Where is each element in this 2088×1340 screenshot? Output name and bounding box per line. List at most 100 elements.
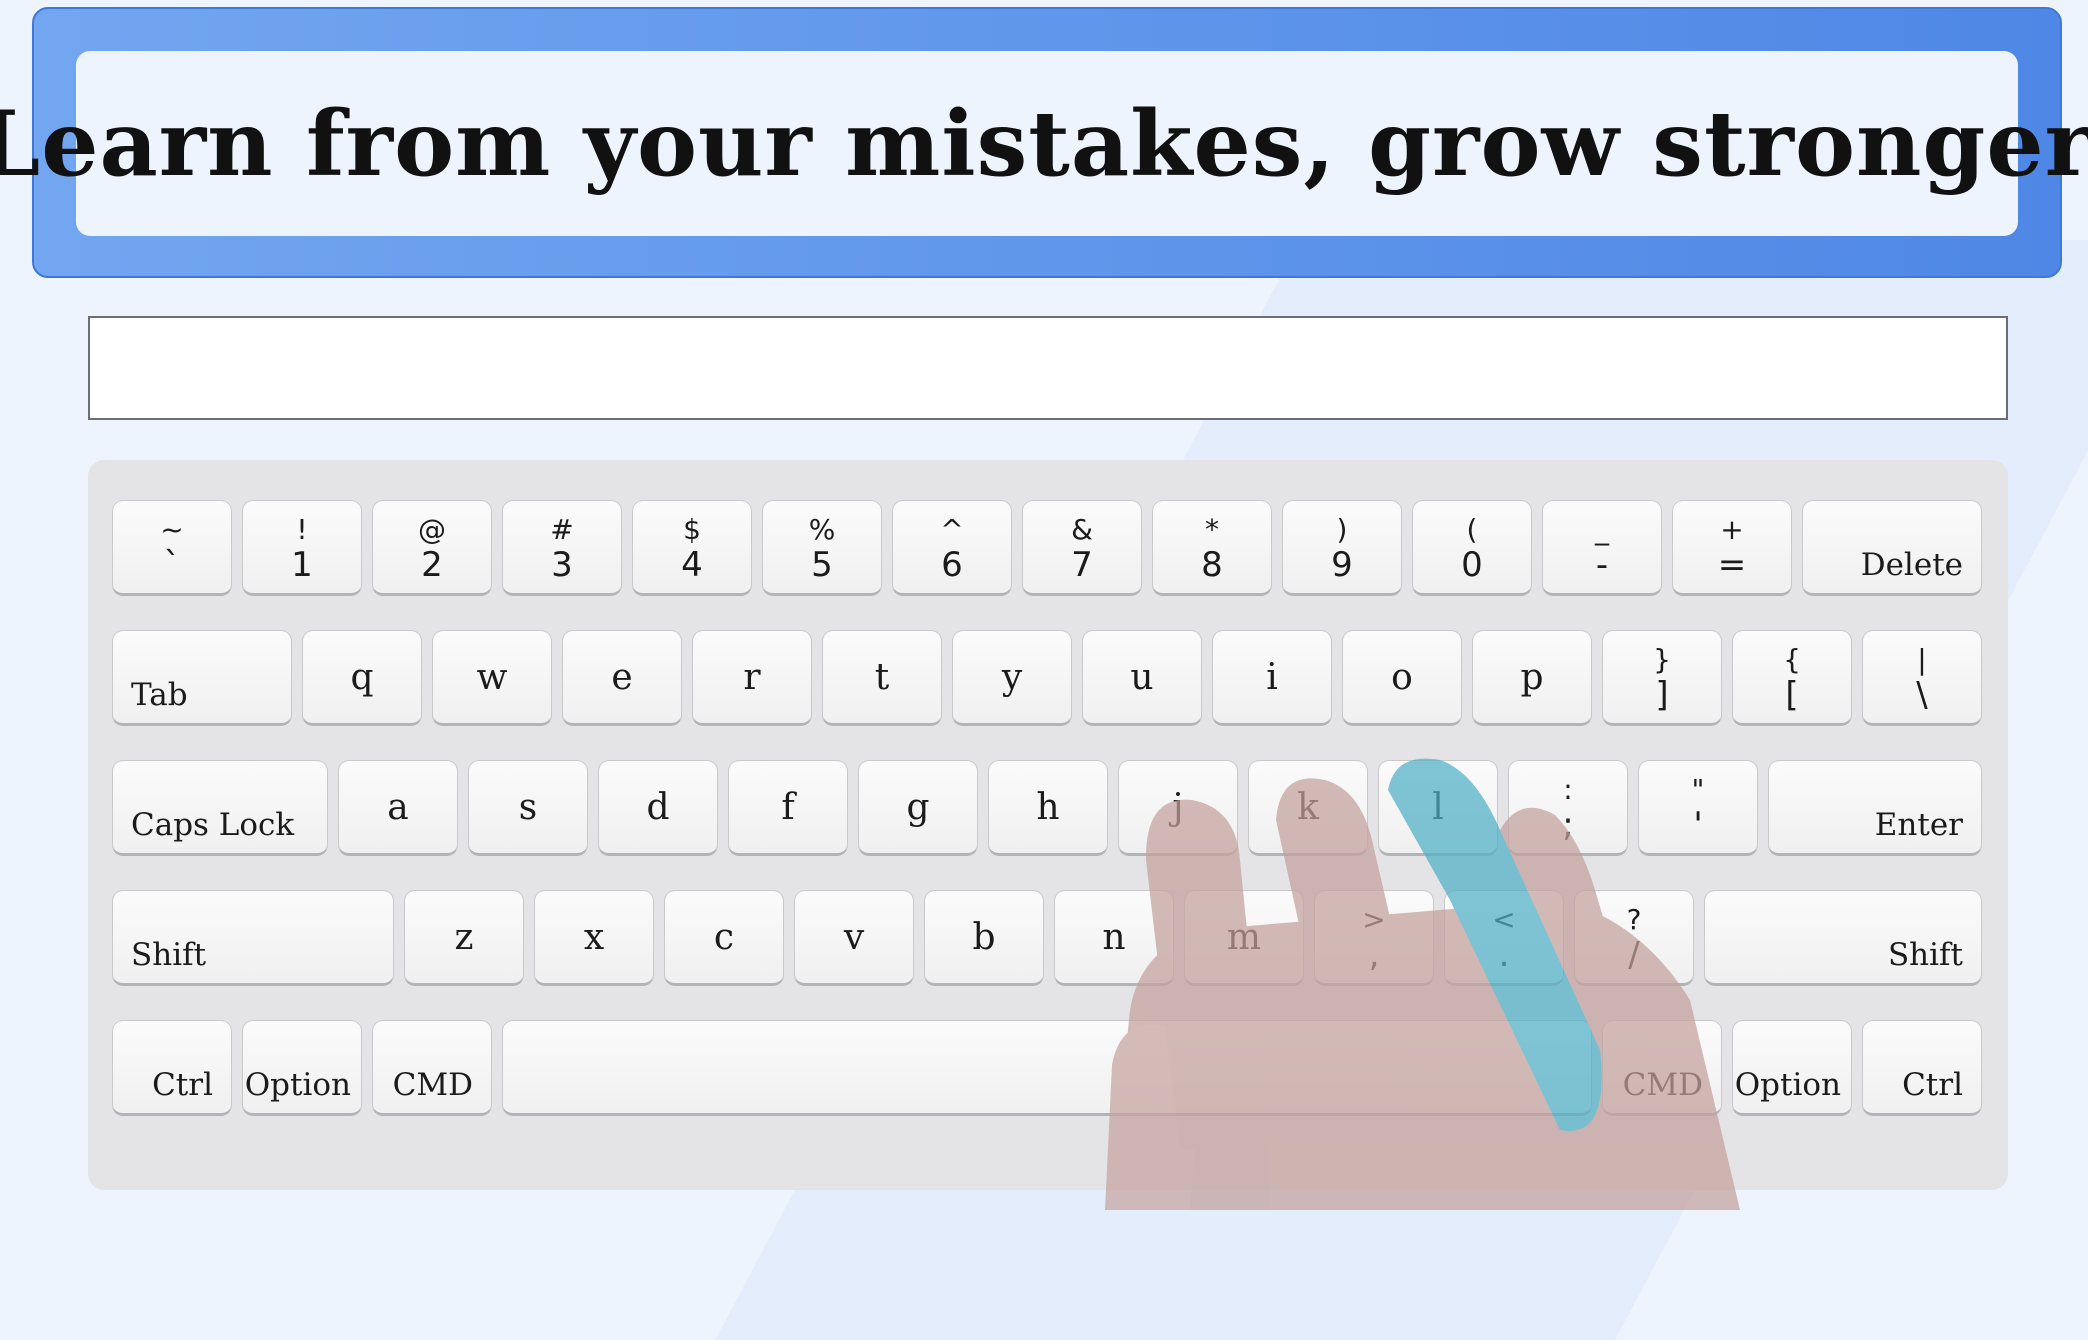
key-q[interactable]: q — [302, 630, 422, 726]
key-label: t — [874, 657, 890, 698]
key-i[interactable]: i — [1212, 630, 1332, 726]
key-shift-label: ^ — [940, 513, 964, 546]
key-ctrl-left[interactable]: Ctrl — [112, 1020, 232, 1116]
key-r[interactable]: r — [692, 630, 812, 726]
key-label: Option — [1734, 1067, 1841, 1103]
key-cmd-right[interactable]: CMD — [1602, 1020, 1722, 1116]
key-label: Ctrl — [1902, 1067, 1963, 1103]
key-equals[interactable]: + = — [1672, 500, 1792, 596]
key-quote[interactable]: " ' — [1638, 760, 1758, 856]
key-shift-label: > — [1362, 903, 1386, 936]
key-label: Shift — [1887, 937, 1963, 973]
key-cmd-left[interactable]: CMD — [372, 1020, 492, 1116]
key-n[interactable]: n — [1054, 890, 1174, 986]
key-l[interactable]: l — [1378, 760, 1498, 856]
key-label: q — [350, 657, 374, 698]
key-8[interactable]: * 8 — [1152, 500, 1272, 596]
key-ctrl-right[interactable]: Ctrl — [1862, 1020, 1982, 1116]
key-minus[interactable]: _ - — [1542, 500, 1662, 596]
key-label: = — [1717, 545, 1747, 585]
key-label: Option — [244, 1067, 351, 1103]
key-f[interactable]: f — [728, 760, 848, 856]
key-label: d — [646, 787, 670, 828]
key-0[interactable]: (0 — [1412, 500, 1532, 596]
key-label: 1 — [291, 545, 313, 585]
key-option-left[interactable]: Option — [242, 1020, 362, 1116]
key-h[interactable]: h — [988, 760, 1108, 856]
key-shift-left[interactable]: Shift — [112, 890, 394, 986]
key-shift-label: % — [808, 513, 836, 546]
key-delete[interactable]: Delete — [1802, 500, 1982, 596]
key-label: Tab — [131, 677, 188, 713]
key-t[interactable]: t — [822, 630, 942, 726]
key-1[interactable]: ! 1 — [242, 500, 362, 596]
key-backslash[interactable]: | \ — [1862, 630, 1982, 726]
key-7[interactable]: & 7 — [1022, 500, 1142, 596]
key-v[interactable]: v — [794, 890, 914, 986]
key-g[interactable]: g — [858, 760, 978, 856]
key-y[interactable]: y — [952, 630, 1072, 726]
key-5[interactable]: % 5 — [762, 500, 882, 596]
key-label: g — [906, 787, 930, 828]
key-label: 8 — [1201, 545, 1223, 585]
key-4[interactable]: $4 — [632, 500, 752, 596]
key-label: CMD — [392, 1067, 473, 1103]
key-s[interactable]: s — [468, 760, 588, 856]
key-slash[interactable]: ? / — [1574, 890, 1694, 986]
key-semicolon[interactable]: :; — [1508, 760, 1628, 856]
key-p[interactable]: p — [1472, 630, 1592, 726]
key-label: r — [743, 657, 761, 698]
key-label: 2 — [421, 545, 443, 585]
key-left-bracket[interactable]: {[ — [1732, 630, 1852, 726]
typing-input[interactable] — [88, 316, 2008, 420]
key-m[interactable]: m — [1184, 890, 1304, 986]
key-z[interactable]: z — [404, 890, 524, 986]
key-shift-label: : — [1563, 773, 1573, 806]
key-label: i — [1266, 657, 1278, 698]
key-label: f — [781, 787, 795, 828]
key-label: b — [972, 917, 996, 958]
key-label: . — [1498, 935, 1510, 975]
key-label: z — [454, 917, 474, 958]
key-label: c — [713, 917, 735, 958]
key-label: s — [518, 787, 538, 828]
key-enter[interactable]: Enter — [1768, 760, 1982, 856]
key-2[interactable]: @2 — [372, 500, 492, 596]
key-right-bracket[interactable]: }] — [1602, 630, 1722, 726]
key-label: Shift — [131, 937, 207, 973]
sentence-banner: Learn from your mistakes, grow stronger. — [0, 7, 2088, 278]
key-k[interactable]: k — [1248, 760, 1368, 856]
key-label: 6 — [941, 545, 963, 585]
key-tab[interactable]: Tab — [112, 630, 292, 726]
key-comma[interactable]: >, — [1314, 890, 1434, 986]
key-label: y — [1001, 657, 1023, 698]
key-o[interactable]: o — [1342, 630, 1462, 726]
key-space[interactable] — [502, 1020, 1592, 1116]
key-label: 5 — [811, 545, 833, 585]
key-label: x — [583, 917, 605, 958]
key-label: k — [1297, 787, 1319, 828]
key-option-right[interactable]: Option — [1732, 1020, 1852, 1116]
key-backtick[interactable]: ~ ` — [112, 500, 232, 596]
key-6[interactable]: ^ 6 — [892, 500, 1012, 596]
key-period[interactable]: <. — [1444, 890, 1564, 986]
key-u[interactable]: u — [1082, 630, 1202, 726]
key-shift-label: ~ — [160, 513, 184, 546]
key-shift-label: & — [1071, 513, 1093, 546]
key-shift-right[interactable]: Shift — [1704, 890, 1982, 986]
key-w[interactable]: w — [432, 630, 552, 726]
key-j[interactable]: j — [1118, 760, 1238, 856]
key-b[interactable]: b — [924, 890, 1044, 986]
key-caps-lock[interactable]: Caps Lock — [112, 760, 328, 856]
key-9[interactable]: ) 9 — [1282, 500, 1402, 596]
key-a[interactable]: a — [338, 760, 458, 856]
key-label: 9 — [1331, 545, 1353, 585]
key-d[interactable]: d — [598, 760, 718, 856]
key-label: w — [476, 657, 508, 698]
key-3[interactable]: #3 — [502, 500, 622, 596]
key-c[interactable]: c — [664, 890, 784, 986]
sentence-panel: Learn from your mistakes, grow stronger. — [0, 51, 2088, 236]
key-label: p — [1520, 657, 1544, 698]
key-x[interactable]: x — [534, 890, 654, 986]
key-e[interactable]: e — [562, 630, 682, 726]
